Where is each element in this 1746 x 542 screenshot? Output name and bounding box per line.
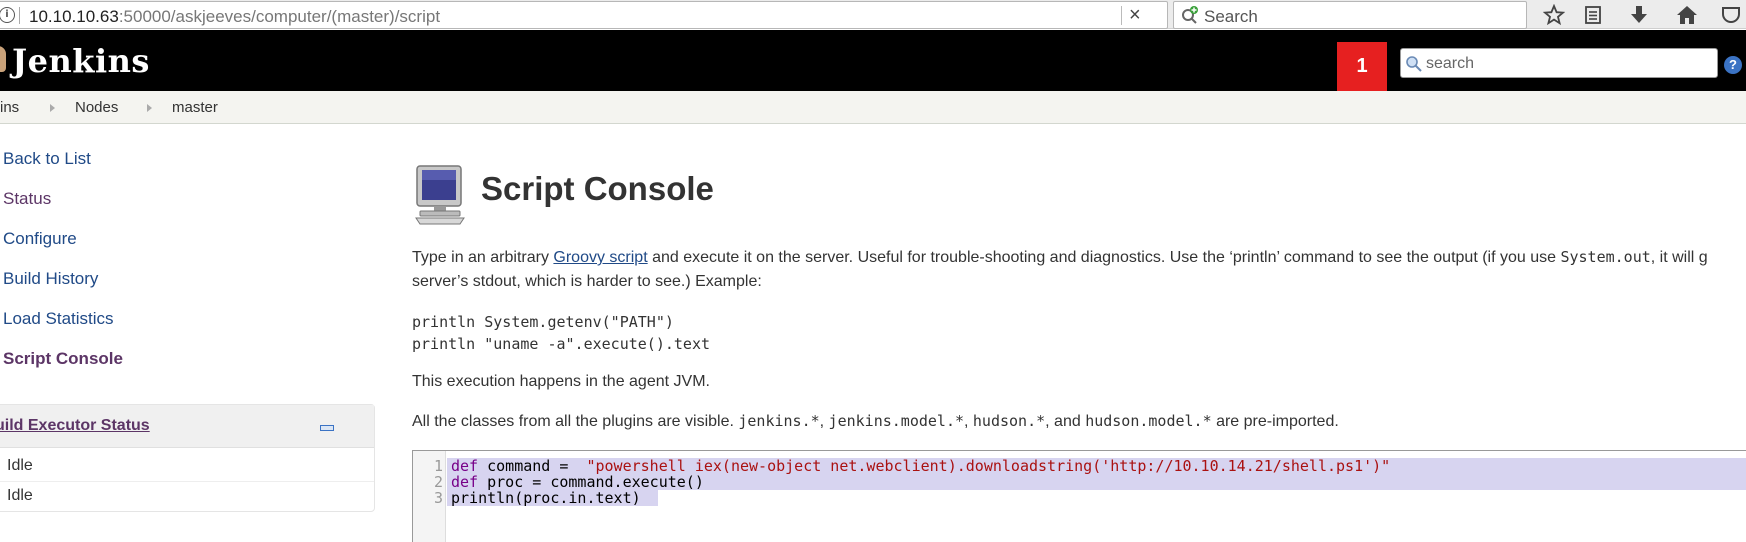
sidebar-item-configure[interactable]: Configure — [3, 229, 77, 249]
download-icon[interactable] — [1628, 4, 1650, 26]
close-icon[interactable]: × — [1129, 4, 1141, 27]
sidebar-item-back-to-list[interactable]: Back to List — [3, 149, 91, 169]
computer-icon — [415, 165, 465, 225]
sidebar-item-build-history[interactable]: Build History — [3, 269, 98, 289]
script-editor[interactable]: 1 2 3 def command = "powershell iex(new-… — [412, 450, 1746, 542]
classes-note-end: are pre-imported. — [1211, 413, 1339, 430]
search-icon — [1406, 56, 1422, 72]
jenkins-header: Jenkins 1 search ? — [0, 30, 1746, 91]
code-line-3[interactable]: println(proc.in.text) — [451, 490, 641, 506]
collapse-icon[interactable] — [320, 425, 334, 431]
jenkins-search-placeholder: search — [1426, 55, 1475, 72]
code-line-1[interactable]: def command = "powershell iex(new-object… — [451, 458, 1390, 474]
classes-sep-1: , — [819, 413, 829, 430]
browser-toolbar: i 10.10.10.63:50000/askjeeves/computer/(… — [0, 0, 1746, 29]
preimported-classes-note: All the classes from all the plugins are… — [412, 412, 1339, 431]
intro-text-start: Type in an arbitrary — [412, 249, 554, 266]
pocket-icon[interactable] — [1720, 4, 1742, 26]
line-number: 1 — [433, 457, 443, 475]
sidebar-item-load-statistics[interactable]: Load Statistics — [3, 309, 114, 329]
executor-status-2: Idle — [7, 487, 33, 504]
reader-list-icon[interactable] — [1582, 4, 1604, 26]
breadcrumb-arrow-icon — [147, 104, 152, 112]
sidebar-item-status[interactable]: Status — [3, 189, 51, 209]
build-executor-panel: uild Executor Status Idle Idle — [0, 404, 375, 512]
url-host: 10.10.10.63 — [29, 7, 119, 26]
url-text[interactable]: 10.10.10.63:50000/askjeeves/computer/(ma… — [29, 7, 440, 27]
classes-sep-2: , — [964, 413, 973, 430]
browser-search-placeholder: Search — [1204, 7, 1258, 26]
executor-status-1: Idle — [7, 457, 33, 474]
intro-text-tail: , it will g — [1650, 249, 1708, 266]
intro-text-line2: server’s stdout, which is harder to see.… — [412, 273, 762, 290]
code-string: "powershell iex(new-object net.webclient… — [586, 457, 1391, 475]
breadcrumb-master[interactable]: master — [172, 99, 218, 116]
address-bar[interactable]: i 10.10.10.63:50000/askjeeves/computer/(… — [0, 1, 1168, 29]
intro-code-system-out: System.out — [1560, 248, 1651, 266]
executor-panel-header: uild Executor Status — [0, 405, 374, 448]
jenkins-home-link[interactable]: Jenkins — [12, 42, 150, 80]
breadcrumb-nodes[interactable]: Nodes — [75, 99, 118, 116]
executor-divider — [0, 481, 374, 482]
pkg-jenkins-model: jenkins.model.* — [828, 412, 965, 430]
editor-gutter: 1 2 3 — [413, 451, 446, 542]
breadcrumb: ins Nodes master — [0, 91, 1746, 124]
classes-sep-3: , and — [1045, 413, 1086, 430]
info-icon[interactable]: i — [0, 7, 15, 23]
breadcrumb-arrow-icon — [50, 104, 55, 112]
jenkins-logo-icon[interactable] — [0, 46, 6, 72]
url-separator — [19, 7, 20, 24]
classes-note-start: All the classes from all the plugins are… — [412, 413, 739, 430]
home-icon[interactable] — [1676, 4, 1698, 26]
search-engine-icon — [1182, 6, 1198, 24]
intro-text-middle: and execute it on the server. Useful for… — [647, 249, 1561, 266]
code-line-2[interactable]: def proc = command.execute() — [451, 474, 704, 490]
line-number: 2 — [433, 473, 443, 491]
bookmark-star-icon[interactable] — [1543, 4, 1565, 26]
pkg-hudson: hudson.* — [972, 412, 1046, 430]
pkg-jenkins: jenkins.* — [738, 412, 820, 430]
intro-text: Type in an arbitrary Groovy script and e… — [412, 248, 1708, 267]
agent-jvm-note: This execution happens in the agent JVM. — [412, 373, 710, 390]
example-code-block: println System.getenv("PATH") println "u… — [412, 313, 711, 353]
executor-panel-title[interactable]: uild Executor Status — [0, 417, 150, 435]
page-title: Script Console — [481, 170, 714, 207]
jenkins-search-input[interactable]: search — [1400, 48, 1718, 78]
line-number: 3 — [433, 489, 443, 507]
groovy-script-link[interactable]: Groovy script — [553, 249, 647, 266]
sidebar-item-script-console[interactable]: Script Console — [3, 349, 123, 369]
browser-search-input[interactable]: Search — [1173, 1, 1527, 29]
breadcrumb-jenkins[interactable]: ins — [0, 99, 19, 116]
help-icon[interactable]: ? — [1724, 56, 1742, 74]
pkg-hudson-model: hudson.model.* — [1085, 412, 1212, 430]
notification-badge[interactable]: 1 — [1337, 42, 1387, 91]
url-divider — [1121, 6, 1122, 25]
url-path: :50000/askjeeves/computer/(master)/scrip… — [118, 7, 441, 26]
